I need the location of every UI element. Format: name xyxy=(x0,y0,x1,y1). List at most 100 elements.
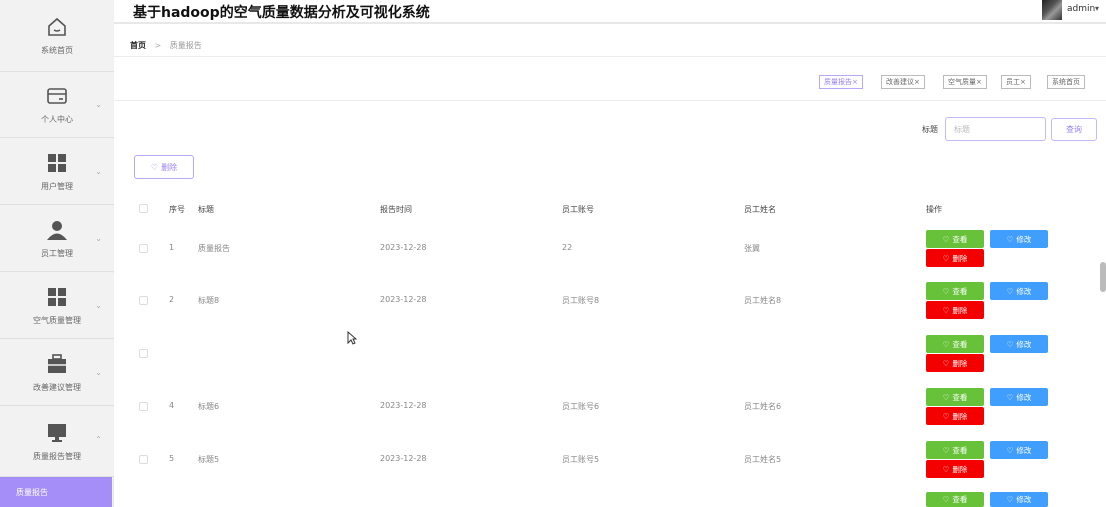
delete-button[interactable]: ♡ 删除 xyxy=(926,460,984,478)
search-label: 标题 xyxy=(922,125,938,134)
tag-label: 质量报告 xyxy=(824,78,852,86)
row-checkbox[interactable] xyxy=(139,244,148,253)
cell-name: 员工姓名5 xyxy=(744,455,782,464)
view-label: 查看 xyxy=(952,234,968,244)
row-checkbox[interactable] xyxy=(139,402,148,411)
close-icon[interactable]: × xyxy=(976,78,982,86)
cell-name: 员工姓名8 xyxy=(744,296,782,305)
sidebar-subitem-reports[interactable]: 质量报告 xyxy=(0,477,112,507)
caret-down-icon[interactable]: ▾ xyxy=(1095,4,1099,13)
cell-title: 标题5 xyxy=(198,455,220,464)
home-icon xyxy=(46,16,68,38)
view-label: 查看 xyxy=(952,392,968,402)
cell-account: 员工账号5 xyxy=(562,455,600,464)
close-icon[interactable]: × xyxy=(1020,78,1026,86)
tag-label: 员工 xyxy=(1006,78,1020,86)
chevron-down-icon: ⌄ xyxy=(95,234,102,243)
tab-tag-staff[interactable]: 员工 × xyxy=(1001,75,1031,89)
briefcase-icon xyxy=(46,353,68,375)
select-all-checkbox[interactable] xyxy=(139,204,148,213)
breadcrumb: 首页 > 质量报告 xyxy=(130,40,202,51)
close-icon[interactable]: × xyxy=(914,78,920,86)
edit-button[interactable]: ♡ 修改 xyxy=(990,335,1048,353)
sidebar-item-personal[interactable]: 个人中心 ⌄ xyxy=(0,72,114,138)
heart-icon: ♡ xyxy=(942,411,950,421)
header-account: 员工账号 xyxy=(562,205,594,214)
breadcrumb-home[interactable]: 首页 xyxy=(130,41,146,50)
edit-label: 修改 xyxy=(1016,286,1032,296)
avatar[interactable] xyxy=(1042,0,1062,20)
cell-time: 2023-12-28 xyxy=(380,454,427,463)
delete-label: 删除 xyxy=(952,358,968,368)
sidebar: 系统首页 个人中心 ⌄ 用户管理 ⌄ 员工管理 ⌄ 空气质量管理 ⌄ 改善建议管… xyxy=(0,0,114,507)
monitor-icon xyxy=(46,422,68,444)
view-label: 查看 xyxy=(952,495,968,504)
view-button[interactable]: ♡ 查看 xyxy=(926,388,984,406)
tag-label: 空气质量 xyxy=(948,78,976,86)
sidebar-item-label: 系统首页 xyxy=(41,45,73,55)
view-button[interactable]: ♡ 查看 xyxy=(926,282,984,300)
header-name: 员工姓名 xyxy=(744,205,776,214)
cell-account: 员工账号6 xyxy=(562,402,600,411)
close-icon[interactable]: × xyxy=(852,78,858,86)
view-button[interactable]: ♡ 查看 xyxy=(926,492,984,507)
heart-icon: ♡ xyxy=(942,253,950,263)
top-header: 基于hadoop的空气质量数据分析及可视化系统 admin ▾ xyxy=(114,0,1106,24)
cell-title: 标题6 xyxy=(198,402,220,411)
view-button[interactable]: ♡ 查看 xyxy=(926,230,984,248)
view-label: 查看 xyxy=(952,339,968,349)
edit-button[interactable]: ♡ 修改 xyxy=(990,441,1048,459)
edit-button[interactable]: ♡ 修改 xyxy=(990,492,1048,507)
search-button[interactable]: 查询 xyxy=(1051,118,1097,141)
delete-button[interactable]: ♡ 删除 xyxy=(926,407,984,425)
heart-icon: ♡ xyxy=(942,495,950,504)
cell-time: 2023-12-28 xyxy=(380,243,427,252)
heart-icon: ♡ xyxy=(942,234,950,244)
sidebar-item-label: 空气质量管理 xyxy=(33,315,81,325)
edit-button[interactable]: ♡ 修改 xyxy=(990,282,1048,300)
cell-title: 标题8 xyxy=(198,296,220,305)
tag-label: 系统首页 xyxy=(1052,78,1080,86)
divider xyxy=(114,100,1106,101)
row-checkbox[interactable] xyxy=(139,455,148,464)
row-checkbox[interactable] xyxy=(139,296,148,305)
tab-tag-home[interactable]: 系统首页 xyxy=(1047,75,1085,89)
heart-icon: ♡ xyxy=(1006,495,1014,504)
view-button[interactable]: ♡ 查看 xyxy=(926,441,984,459)
tab-tag-suggestions[interactable]: 改善建议 × xyxy=(881,75,925,89)
delete-label: 删除 xyxy=(952,464,968,474)
delete-button[interactable]: ♡ 删除 xyxy=(926,354,984,372)
sidebar-item-reports[interactable]: 质量报告管理 ⌃ xyxy=(0,407,114,477)
search-input[interactable] xyxy=(945,117,1046,141)
sidebar-item-suggestions[interactable]: 改善建议管理 ⌄ xyxy=(0,340,114,406)
sidebar-item-staff[interactable]: 员工管理 ⌄ xyxy=(0,206,114,272)
heart-icon: ♡ xyxy=(942,392,950,402)
user-name[interactable]: admin xyxy=(1067,4,1095,14)
delete-button[interactable]: ♡ 删除 xyxy=(926,249,984,267)
bulk-delete-label: 删除 xyxy=(161,162,178,172)
view-button[interactable]: ♡ 查看 xyxy=(926,335,984,353)
tag-label: 改善建议 xyxy=(886,78,914,86)
edit-label: 修改 xyxy=(1016,445,1032,455)
delete-label: 删除 xyxy=(952,305,968,315)
sidebar-item-label: 员工管理 xyxy=(41,248,73,258)
scrollbar[interactable] xyxy=(1100,262,1106,292)
sidebar-item-users[interactable]: 用户管理 ⌄ xyxy=(0,139,114,205)
header-index: 序号 xyxy=(169,205,185,214)
edit-button[interactable]: ♡ 修改 xyxy=(990,388,1048,406)
row-checkbox[interactable] xyxy=(139,349,148,358)
sidebar-item-home[interactable]: 系统首页 xyxy=(0,0,114,72)
edit-button[interactable]: ♡ 修改 xyxy=(990,230,1048,248)
delete-button[interactable]: ♡ 删除 xyxy=(926,301,984,319)
edit-label: 修改 xyxy=(1016,495,1032,504)
breadcrumb-separator: > xyxy=(154,41,162,50)
bulk-delete-button[interactable]: ♡ 删除 xyxy=(134,155,194,179)
cell-account: 22 xyxy=(562,243,573,252)
tab-tag-reports[interactable]: 质量报告 × xyxy=(819,75,863,89)
view-label: 查看 xyxy=(952,445,968,455)
tab-tag-air-quality[interactable]: 空气质量 × xyxy=(943,75,987,89)
heart-icon: ♡ xyxy=(1006,286,1014,296)
heart-icon: ♡ xyxy=(942,464,950,474)
cell-index: 5 xyxy=(169,454,175,463)
sidebar-item-air-quality[interactable]: 空气质量管理 ⌄ xyxy=(0,273,114,339)
